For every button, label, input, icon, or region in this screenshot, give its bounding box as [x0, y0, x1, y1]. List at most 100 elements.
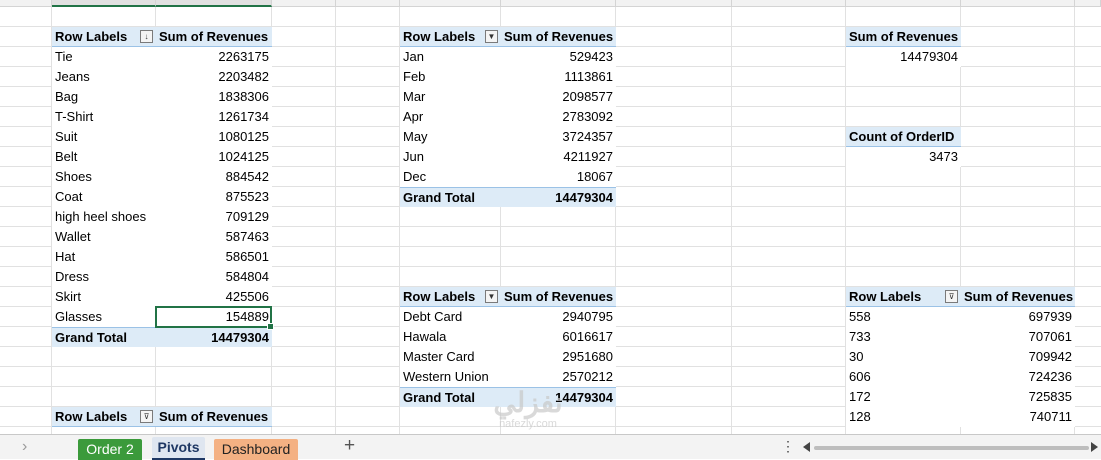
column-header[interactable] — [336, 0, 400, 7]
pivot-row-label[interactable]: Jun — [400, 147, 501, 167]
column-header[interactable] — [501, 0, 616, 7]
pivot-row-label[interactable]: Wallet — [52, 227, 156, 247]
pivot-row-value[interactable]: 2203482 — [156, 67, 272, 87]
pivot-grand-total-label[interactable]: Grand Total — [52, 327, 156, 347]
spreadsheet-grid[interactable]: Row Labels ↓ Sum of Revenues Tie 2263175 J… — [0, 0, 1101, 434]
pivot-row-label[interactable]: Shoes — [52, 167, 156, 187]
scroll-left-icon[interactable] — [803, 442, 810, 452]
tab-pivots[interactable]: Pivots — [152, 437, 205, 460]
pivot-row-value[interactable]: 584804 — [156, 267, 272, 287]
pivot-row-label[interactable]: Suit — [52, 127, 156, 147]
pivot-value-header[interactable]: Sum of Revenues — [156, 27, 272, 47]
pivot-value-header[interactable]: Sum of Revenues — [961, 287, 1075, 307]
pivot-row-label[interactable]: 128 — [846, 407, 961, 427]
pivot-row-value[interactable]: 707061 — [961, 327, 1075, 347]
pivot-row-label[interactable]: Hat — [52, 247, 156, 267]
pivot-row-label[interactable]: Glasses — [52, 307, 156, 327]
pivot-row-value[interactable]: 724236 — [961, 367, 1075, 387]
pivot-row-value[interactable]: 2951680 — [501, 347, 616, 367]
pivot-row-value[interactable]: 154889 — [156, 307, 272, 327]
pivot-row-label[interactable]: Dec — [400, 167, 501, 187]
column-header[interactable] — [1075, 0, 1101, 7]
pivot-value-header[interactable]: Sum of Revenues — [501, 27, 616, 47]
pivot-row-label[interactable]: 606 — [846, 367, 961, 387]
pivot-row-label[interactable]: Jeans — [52, 67, 156, 87]
column-header[interactable] — [52, 0, 156, 7]
pivot-row-value[interactable]: 1113861 — [501, 67, 616, 87]
pivot-count-value[interactable]: 3473 — [846, 147, 961, 167]
pivot-row-label[interactable]: May — [400, 127, 501, 147]
pivot-row-labels-header[interactable]: Row Labels ↓ — [52, 27, 156, 47]
pivot-row-value[interactable]: 875523 — [156, 187, 272, 207]
column-header[interactable] — [156, 0, 272, 7]
pivot-grand-total-value[interactable]: 14479304 — [501, 387, 616, 407]
pivot-row-value[interactable]: 709129 — [156, 207, 272, 227]
plus-icon[interactable]: + — [344, 435, 355, 457]
scroll-right-icon[interactable] — [1091, 442, 1098, 452]
column-header[interactable] — [0, 0, 52, 7]
pivot-row-labels-header[interactable]: Row Labels ▼ — [400, 287, 501, 307]
pivot-row-value[interactable]: 725835 — [961, 387, 1075, 407]
pivot-row-labels-header[interactable]: Row Labels ⊽ — [52, 407, 156, 427]
pivot-count-header[interactable]: Count of OrderID — [846, 127, 961, 147]
chevron-right-icon[interactable]: › — [22, 438, 27, 456]
pivot-row-value[interactable]: 2263175 — [156, 47, 272, 67]
pivot-grand-total-value[interactable]: 14479304 — [501, 187, 616, 207]
column-header[interactable] — [732, 0, 846, 7]
pivot-row-value[interactable]: 3724357 — [501, 127, 616, 147]
pivot-grand-total-label[interactable]: Grand Total — [400, 387, 501, 407]
pivot-row-value[interactable]: 884542 — [156, 167, 272, 187]
dropdown-icon[interactable]: ▼ — [485, 30, 498, 43]
pivot-row-label[interactable]: Apr — [400, 107, 501, 127]
pivot-row-label[interactable]: 733 — [846, 327, 961, 347]
pivot-row-label[interactable]: 558 — [846, 307, 961, 327]
filter-icon[interactable]: ⊽ — [140, 410, 153, 423]
pivot-row-value[interactable]: 1080125 — [156, 127, 272, 147]
pivot-row-label[interactable]: Coat — [52, 187, 156, 207]
column-header[interactable] — [272, 0, 336, 7]
pivot-row-value[interactable]: 2783092 — [501, 107, 616, 127]
pivot-row-label[interactable]: Feb — [400, 67, 501, 87]
pivot-row-label[interactable]: Skirt — [52, 287, 156, 307]
pivot-grand-total-label[interactable]: Grand Total — [400, 187, 501, 207]
pivot-row-label[interactable]: Bag — [52, 87, 156, 107]
horizontal-scrollbar[interactable] — [814, 446, 1089, 450]
pivot-value-header[interactable]: Sum of Revenues — [156, 407, 272, 427]
pivot-row-value[interactable]: 586501 — [156, 247, 272, 267]
pivot-row-label[interactable]: Tie — [52, 47, 156, 67]
pivot-row-value[interactable]: 529423 — [501, 47, 616, 67]
dropdown-icon[interactable]: ▼ — [485, 290, 498, 303]
pivot-row-label[interactable]: T-Shirt — [52, 107, 156, 127]
pivot-row-labels-header[interactable]: Row Labels ⊽ — [846, 287, 961, 307]
pivot-row-label[interactable]: 172 — [846, 387, 961, 407]
pivot-row-value[interactable]: 6016617 — [501, 327, 616, 347]
pivot-row-value[interactable]: 1261734 — [156, 107, 272, 127]
pivot-row-label[interactable]: Jan — [400, 47, 501, 67]
pivot-row-value[interactable]: 2940795 — [501, 307, 616, 327]
pivot-row-value[interactable]: 587463 — [156, 227, 272, 247]
pivot-row-value[interactable]: 2098577 — [501, 87, 616, 107]
pivot-row-label[interactable]: high heel shoes — [52, 207, 156, 227]
column-header[interactable] — [616, 0, 732, 7]
pivot-row-value[interactable]: 4211927 — [501, 147, 616, 167]
pivot-row-labels-header[interactable]: Row Labels ▼ — [400, 27, 501, 47]
pivot-row-label[interactable]: Master Card — [400, 347, 501, 367]
pivot-row-value[interactable]: 709942 — [961, 347, 1075, 367]
column-header[interactable] — [846, 0, 961, 7]
pivot-row-value[interactable]: 2570212 — [501, 367, 616, 387]
pivot-sum-value[interactable]: 14479304 — [846, 47, 961, 67]
tab-order-2[interactable]: Order 2 — [78, 439, 142, 460]
pivot-grand-total-value[interactable]: 14479304 — [156, 327, 272, 347]
more-options-icon[interactable]: ⋮ — [781, 438, 795, 455]
pivot-value-header[interactable]: Sum of Revenues — [501, 287, 616, 307]
pivot-row-label[interactable]: Western Union — [400, 367, 501, 387]
pivot-row-label[interactable]: Mar — [400, 87, 501, 107]
pivot-row-value[interactable]: 18067 — [501, 167, 616, 187]
tab-dashboard[interactable]: Dashboard — [214, 439, 298, 460]
pivot-row-value[interactable]: 1838306 — [156, 87, 272, 107]
pivot-row-value[interactable]: 697939 — [961, 307, 1075, 327]
pivot-row-label[interactable]: Dress — [52, 267, 156, 287]
pivot-row-label[interactable]: 30 — [846, 347, 961, 367]
pivot-sum-header[interactable]: Sum of Revenues — [846, 27, 961, 47]
pivot-row-label[interactable]: Hawala — [400, 327, 501, 347]
